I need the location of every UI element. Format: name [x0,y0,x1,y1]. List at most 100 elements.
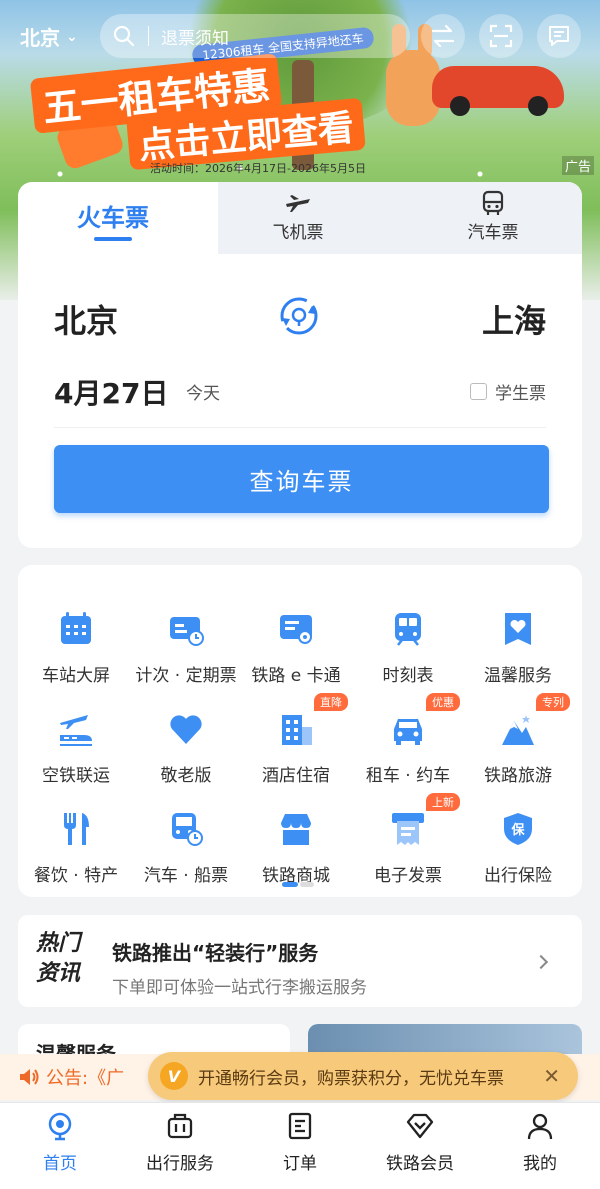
arrival-city[interactable]: 上海 [482,296,546,342]
nav-label: 订单 [283,1154,317,1174]
news-subtitle: 下单即可体验一站式行李搬运服务 [112,978,367,998]
search-bar[interactable]: 退票须知 [100,14,410,58]
service-elderly[interactable]: 敬老版 [130,683,242,786]
scan-button[interactable] [479,14,523,58]
close-icon[interactable]: ✕ [543,1064,560,1088]
service-rail-travel[interactable]: 专列 铁路旅游 [462,683,574,786]
service-badge: 优惠 [426,693,460,711]
ticket-search-card: 火车票 飞机票 汽车票 北京 上海 4月27日 今天 学生票 查询车票 [18,182,582,548]
date-hint: 今天 [186,384,220,404]
message-button[interactable] [537,14,581,58]
hotel-icon [282,715,312,745]
page-indicator [282,882,316,887]
tab-train-label: 火车票 [77,204,149,232]
service-shop[interactable]: 铁路商城 [240,783,352,886]
ticket-type-tabs: 火车票 飞机票 汽车票 [18,182,582,254]
search-placeholder: 退票须知 [161,28,229,49]
city-label: 北京 [20,26,60,50]
top-bar: 北京 ⌄ 退票须知 [0,12,600,60]
page-dot-active [282,882,298,887]
service-label: 餐饮 · 特产 [33,866,119,886]
nav-label: 首页 [43,1154,77,1174]
tab-plane-label: 飞机票 [272,223,324,243]
service-e-card[interactable]: 铁路 e 卡通 [240,583,352,686]
divider [54,427,546,428]
chevron-right-icon [533,954,549,970]
nav-profile[interactable]: 我的 [480,1111,600,1183]
nav-label: 出行服务 [146,1154,214,1174]
swap-stations-icon[interactable] [279,296,319,336]
service-timetable[interactable]: 时刻表 [352,583,464,686]
membership-promo[interactable]: V 开通畅行会员，购票获积分，无忧兑车票 ✕ [148,1052,578,1100]
service-e-invoice[interactable]: 上新 电子发票 [352,783,464,886]
city-selector[interactable]: 北京 ⌄ [20,22,78,51]
tab-train[interactable]: 火车票 [18,182,218,254]
announcement-text: 公告:《广 [46,1068,125,1089]
hot-news-tag: 热门资讯 [36,931,81,986]
chevron-down-icon: ⌄ [66,28,78,45]
tab-plane[interactable]: 飞机票 [258,190,338,250]
service-hotel[interactable]: 直降 酒店住宿 [240,683,352,786]
banner-activity-time: 活动时间：2026年4月17日-2026年5月5日 [150,162,366,175]
service-label: 汽车 · 船票 [143,866,229,886]
bus-icon [482,190,504,215]
nav-travel-services[interactable]: 出行服务 [120,1111,240,1183]
service-insurance[interactable]: 保 出行保险 [462,783,574,886]
car-icon [394,719,422,745]
nav-rail-membership[interactable]: 铁路会员 [360,1111,480,1183]
invoice-icon [392,813,424,845]
news-title: 铁路推出“轻装行”服务 [112,941,319,965]
mountain-icon [502,715,534,745]
query-tickets-button[interactable]: 查询车票 [54,445,549,513]
search-icon [113,25,135,47]
switch-arrows-button[interactable] [421,14,465,58]
scan-icon [489,24,513,48]
service-air-rail[interactable]: 空铁联运 [20,683,132,786]
nav-orders[interactable]: 订单 [240,1111,360,1183]
plane-icon [286,195,310,212]
svg-text:保: 保 [510,822,525,838]
insurance-shield-icon: 保 [504,813,532,845]
student-ticket-label: 学生票 [495,384,546,404]
shop-icon [281,814,311,845]
bus-icon [172,813,203,846]
bottom-navigation: 首页 出行服务 订单 铁路会员 我的 [0,1102,600,1189]
station-screen-icon [61,612,91,644]
service-dining[interactable]: 餐饮 · 特产 [20,783,132,886]
active-tab-underline [94,237,132,241]
nav-home[interactable]: 首页 [0,1111,120,1183]
nav-label: 我的 [523,1154,557,1174]
service-care[interactable]: 温馨服务 [462,583,574,686]
heart-tag-icon [505,613,531,645]
message-icon [549,26,569,46]
tab-bus[interactable]: 汽车票 [448,190,538,250]
heart-icon [170,715,202,744]
service-label: 出行保险 [484,866,552,886]
diamond-icon [406,1113,434,1139]
student-ticket-option[interactable]: 学生票 [470,379,546,404]
page-dot [300,882,314,887]
service-badge: 专列 [536,693,570,711]
plane-train-icon [60,715,92,746]
member-v-icon: V [160,1062,188,1090]
luggage-icon [167,1113,193,1139]
service-bus-ship[interactable]: 汽车 · 船票 [130,783,242,886]
dining-icon [64,813,89,845]
service-badge: 上新 [426,793,460,811]
service-ticket-card[interactable]: 计次 · 定期票 [130,583,242,686]
car-image [432,66,564,116]
departure-date[interactable]: 4月27日 [54,372,168,412]
service-station-screen[interactable]: 车站大屏 [20,583,132,686]
search-divider [148,26,149,46]
home-icon [48,1112,72,1141]
nav-label: 铁路会员 [386,1154,454,1174]
departure-city[interactable]: 北京 [54,296,118,342]
service-car-rental[interactable]: 优惠 租车 · 约车 [352,683,464,786]
student-ticket-checkbox[interactable] [470,383,487,400]
membership-promo-text: 开通畅行会员，购票获积分，无忧兑车票 [198,1068,504,1089]
ad-label: 广告 [561,156,594,175]
tab-bus-label: 汽车票 [467,223,519,243]
hot-news-card[interactable]: 热门资讯 铁路推出“轻装行”服务 下单即可体验一站式行李搬运服务 [18,915,582,1007]
service-label: 电子发票 [374,866,442,886]
service-badge: 直降 [314,693,348,711]
